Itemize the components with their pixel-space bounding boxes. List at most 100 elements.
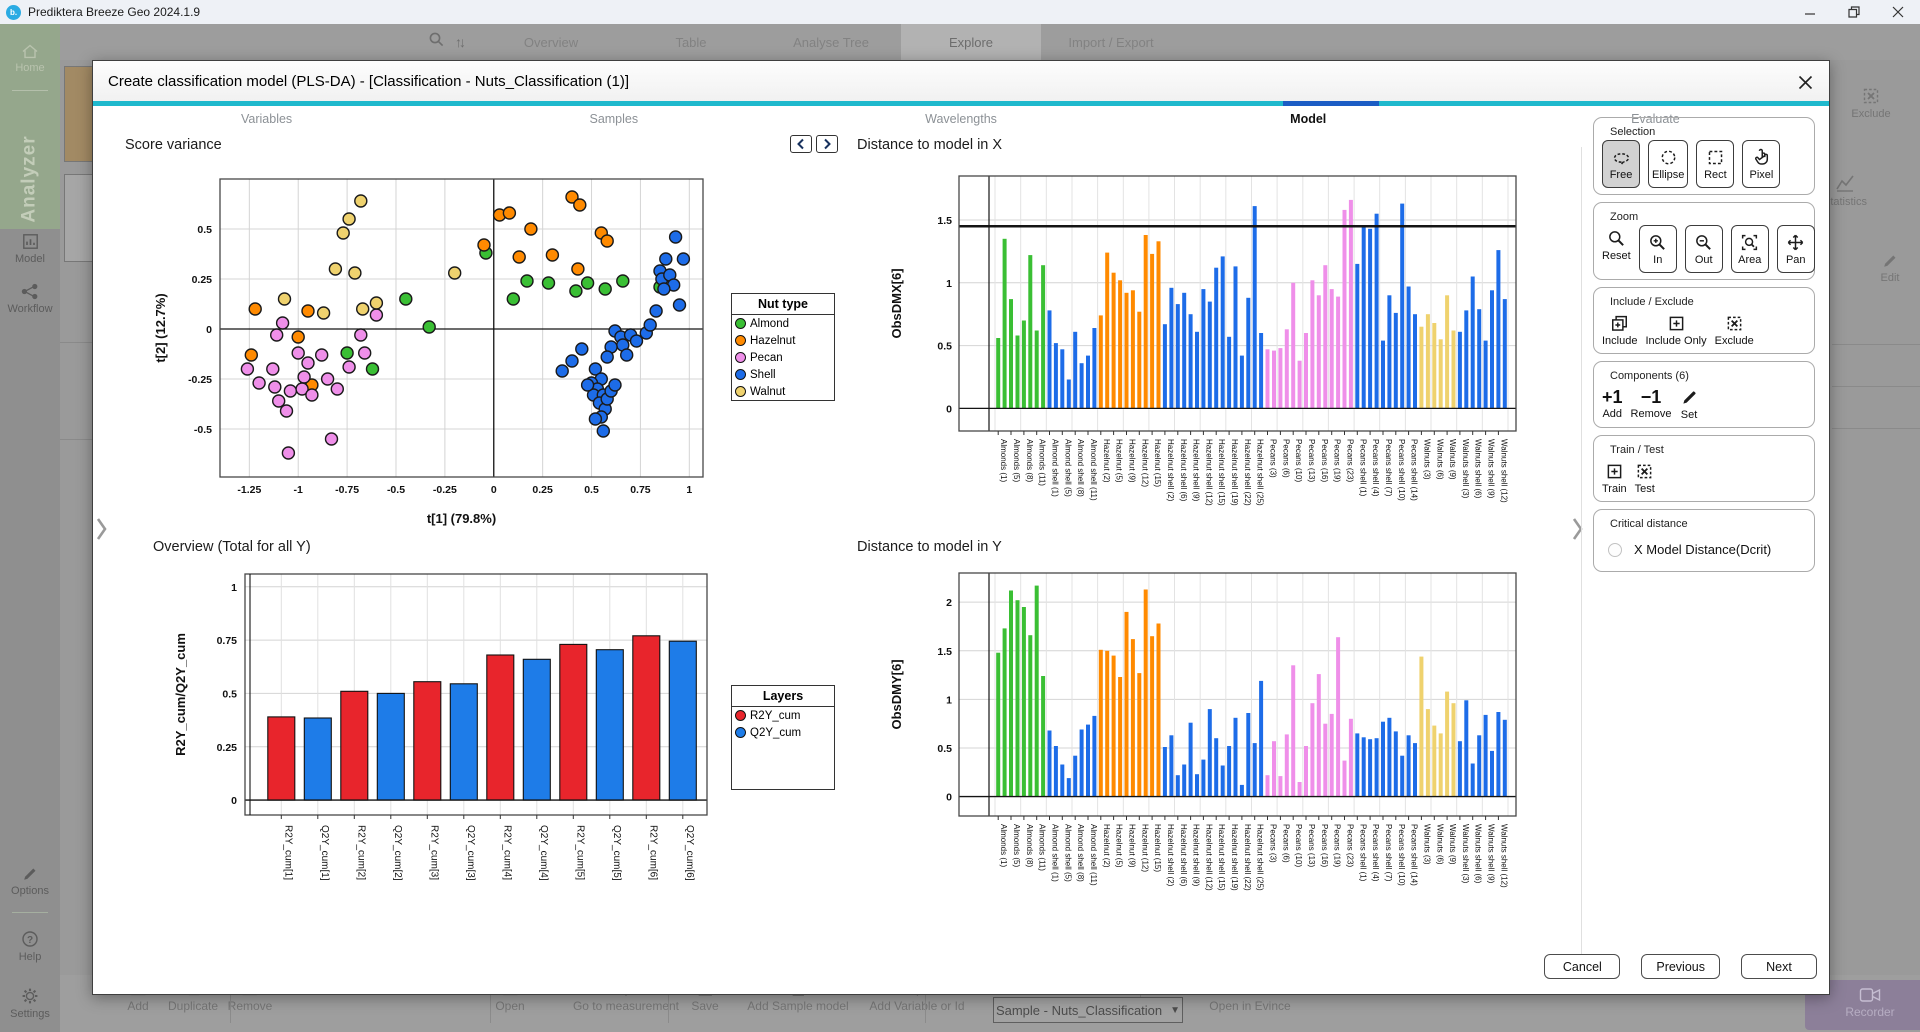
in-tool-button[interactable]: In — [1639, 225, 1677, 273]
overview-chart[interactable]: 00.250.50.751R2Y_cum[1]Q2Y_cum[1]R2Y_cum… — [153, 557, 773, 977]
set-tool-button[interactable]: Set — [1680, 384, 1699, 421]
area-tool-button[interactable]: Area — [1731, 225, 1769, 273]
svg-text:Almonds (5): Almonds (5) — [1012, 824, 1021, 867]
legend-item-pecan[interactable]: Pecan — [732, 349, 834, 366]
app-logo-icon: b. — [6, 5, 21, 20]
sidebar-item-help[interactable]: ? Help — [0, 929, 60, 963]
svg-text:Pecans shell (7): Pecans shell (7) — [1384, 439, 1393, 497]
restore-icon[interactable] — [1832, 0, 1876, 24]
svg-text:Hazelnut shell (25): Hazelnut shell (25) — [1256, 439, 1265, 506]
ellipse-tool-button[interactable]: Ellipse — [1648, 140, 1688, 188]
sidebar-item-analyzer[interactable]: Analyzer — [0, 124, 60, 234]
sidebar-item-settings[interactable]: Settings — [0, 986, 60, 1020]
pixel-tool-button[interactable]: Pixel — [1742, 140, 1780, 188]
svg-text:Pecans (23): Pecans (23) — [1345, 824, 1354, 867]
help-icon: ? — [20, 929, 40, 949]
train-tool-button[interactable]: Train — [1602, 458, 1627, 495]
close-window-icon[interactable] — [1876, 0, 1920, 24]
svg-text:Q2Y_cum[2]: Q2Y_cum[2] — [392, 825, 403, 881]
tool-group-critical-distance: Critical distanceX Model Distance(Dcrit) — [1593, 509, 1815, 572]
sort-icon[interactable]: ↑↓ — [455, 34, 463, 50]
next-button[interactable]: Next — [1741, 954, 1817, 979]
svg-text:Pecans shell (7): Pecans shell (7) — [1384, 824, 1393, 882]
exclude-icon — [1861, 86, 1881, 106]
free-tool-button[interactable]: Free — [1602, 140, 1640, 188]
score-variance-chart[interactable]: -1.25-1-0.75-0.5-0.2500.250.50.751-0.5-0… — [133, 157, 753, 587]
top-tab-explore[interactable]: Explore — [901, 24, 1041, 60]
sidebar-item-options[interactable]: Options — [0, 865, 60, 897]
include-tool-button[interactable]: Include — [1602, 310, 1637, 347]
svg-text:0: 0 — [946, 403, 952, 415]
dialog-close-icon[interactable] — [1793, 70, 1817, 94]
pencil-icon — [21, 865, 39, 883]
reset-tool-button[interactable]: Reset — [1602, 225, 1631, 262]
legend-item-hazelnut[interactable]: Hazelnut — [732, 332, 834, 349]
legend-color-dot — [735, 369, 746, 380]
sidebar-item-model[interactable]: Model — [0, 232, 60, 265]
remove-tool-button[interactable]: −1Remove — [1631, 384, 1672, 420]
sidebar-item-home[interactable]: Home — [0, 42, 60, 74]
svg-text:Walnuts shell (3): Walnuts shell (3) — [1461, 439, 1470, 499]
minimize-icon[interactable] — [1788, 0, 1832, 24]
svg-text:Hazelnut shell (6): Hazelnut shell (6) — [1179, 824, 1188, 887]
previous-button[interactable]: Previous — [1641, 954, 1720, 979]
left-panel-collapse-icon[interactable] — [95, 513, 111, 545]
wizard-step-model[interactable]: Model — [1135, 106, 1482, 132]
dmx-title: Distance to model in X — [857, 137, 1002, 153]
svg-text:Walnuts shell (3): Walnuts shell (3) — [1461, 824, 1470, 884]
critical-distance-option[interactable]: X Model Distance(Dcrit) — [1602, 532, 1773, 565]
chart-prev-button[interactable] — [790, 135, 812, 153]
sidebar-item-workflow[interactable]: Workflow — [0, 282, 60, 315]
legend-item-q2y-cum[interactable]: Q2Y_cum — [732, 724, 834, 741]
legend-item-r2y-cum[interactable]: R2Y_cum — [732, 707, 834, 724]
svg-text:ObsDMY[6]: ObsDMY[6] — [889, 659, 904, 729]
svg-text:Walnuts (9): Walnuts (9) — [1448, 439, 1457, 480]
radio-icon[interactable] — [1608, 543, 1622, 557]
svg-text:Walnuts (3): Walnuts (3) — [1422, 439, 1431, 480]
add-tool-button[interactable]: +1Add — [1602, 384, 1623, 420]
thumbnail-placeholder — [64, 174, 93, 262]
out-tool-button[interactable]: Out — [1685, 225, 1723, 273]
top-tab-overview[interactable]: Overview — [481, 24, 621, 60]
ellipse-dashed-icon — [1659, 148, 1678, 167]
legend-item-shell[interactable]: Shell — [732, 366, 834, 383]
search-icon[interactable] — [428, 31, 445, 53]
create-model-dialog: Create classification model (PLS-DA) - [… — [92, 60, 1830, 995]
rect-dashed-icon — [1706, 148, 1725, 167]
pencil-icon — [1680, 388, 1699, 407]
svg-text:Pecans (23): Pecans (23) — [1345, 439, 1354, 482]
svg-text:Pecans shell (4): Pecans shell (4) — [1371, 824, 1380, 882]
wizard-step-variables[interactable]: Variables — [93, 106, 440, 132]
dmx-chart[interactable]: 00.511.5Almonds (1)Almonds (5)Almonds (8… — [863, 157, 1563, 607]
legend-item-walnut[interactable]: Walnut — [732, 383, 834, 400]
dmy-chart[interactable]: 00.511.52Almonds (1)Almonds (5)Almonds (… — [863, 557, 1563, 1007]
wizard-step-wavelengths[interactable]: Wavelengths — [787, 106, 1134, 132]
pan-tool-button[interactable]: Pan — [1777, 225, 1815, 273]
svg-text:Walnuts (9): Walnuts (9) — [1448, 824, 1457, 865]
svg-text:Hazelnut shell (9): Hazelnut shell (9) — [1192, 439, 1201, 502]
legend-color-dot — [735, 727, 746, 738]
svg-text:Hazelnut shell (12): Hazelnut shell (12) — [1204, 439, 1213, 506]
include-only-tool-button[interactable]: Include Only — [1645, 310, 1706, 347]
test-tool-button[interactable]: Test — [1635, 458, 1655, 495]
top-tab-analyse-tree[interactable]: Analyse Tree — [761, 24, 901, 60]
chart-next-button[interactable] — [816, 135, 838, 153]
exclude-tool-button[interactable]: Exclude — [1715, 310, 1754, 347]
top-tab-import-export[interactable]: Import / Export — [1041, 24, 1181, 60]
edit-tool-background: Edit — [1862, 252, 1918, 284]
legend-item-almond[interactable]: Almond — [732, 315, 834, 332]
rect-tool-button[interactable]: Rect — [1696, 140, 1734, 188]
cancel-button[interactable]: Cancel — [1544, 954, 1620, 979]
svg-text:0: 0 — [946, 792, 952, 804]
right-panel-collapse-icon[interactable] — [1571, 513, 1587, 545]
svg-text:Pecans shell (4): Pecans shell (4) — [1371, 439, 1380, 497]
wizard-step-samples[interactable]: Samples — [440, 106, 787, 132]
svg-text:0.5: 0.5 — [197, 224, 212, 236]
minus-one-icon: −1 — [1641, 388, 1662, 406]
top-tab-table[interactable]: Table — [621, 24, 761, 60]
magnifier-area-icon — [1740, 233, 1759, 252]
svg-text:Hazelnut (9): Hazelnut (9) — [1127, 439, 1136, 483]
tool-group-include-exclude: Include / ExcludeIncludeInclude OnlyExcl… — [1593, 287, 1815, 354]
thumbnail-nut-image[interactable] — [64, 66, 93, 162]
legend-color-dot — [735, 318, 746, 329]
